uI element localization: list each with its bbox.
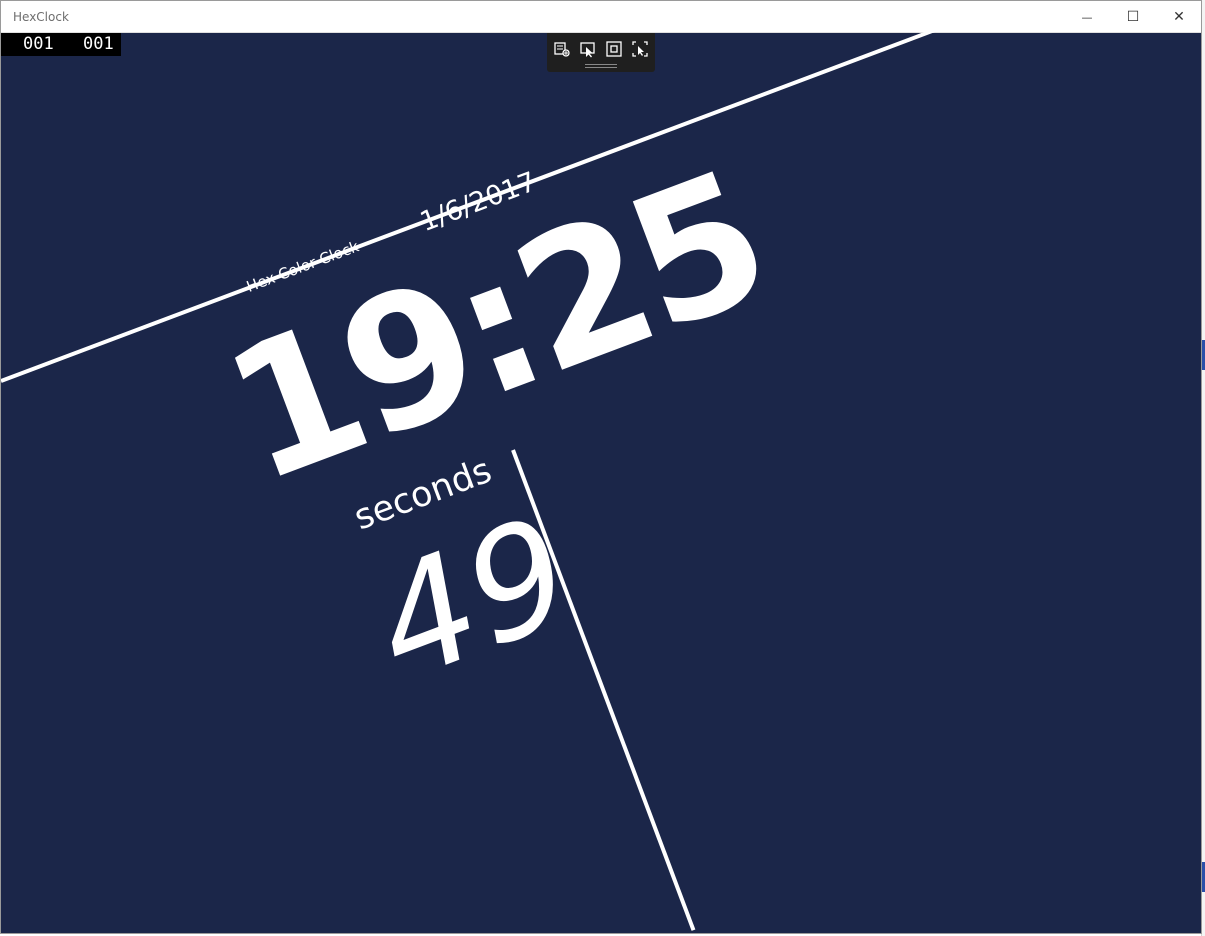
maximize-button[interactable]: ☐ [1110,1,1156,33]
select-element-icon[interactable] [579,40,597,58]
track-focus-icon[interactable] [631,40,649,58]
frame-counter-left: 001 [23,34,54,54]
toolbar-grip[interactable] [585,64,617,68]
minimize-button[interactable]: — [1064,1,1110,33]
frame-counter-right: 001 [83,34,114,54]
frame-rate-counter: 001 001 [1,33,121,56]
clock-canvas: 001 001 Hex Color Clock 1/6/2017 19:25 s… [1,23,1201,933]
maximize-icon: ☐ [1126,9,1140,25]
title-bar[interactable]: HexClock — ☐ ✕ [1,1,1201,33]
close-icon: ✕ [1173,9,1185,25]
window-title: HexClock [13,10,69,24]
hexclock-window: HexClock — ☐ ✕ 001 001 Hex Color Clock 1… [0,0,1202,934]
close-button[interactable]: ✕ [1156,1,1201,33]
minimize-icon: — [1081,10,1093,24]
display-layout-adorners-icon[interactable] [605,40,623,58]
in-app-debug-toolbar [547,33,655,72]
live-visual-tree-icon[interactable] [553,40,571,58]
